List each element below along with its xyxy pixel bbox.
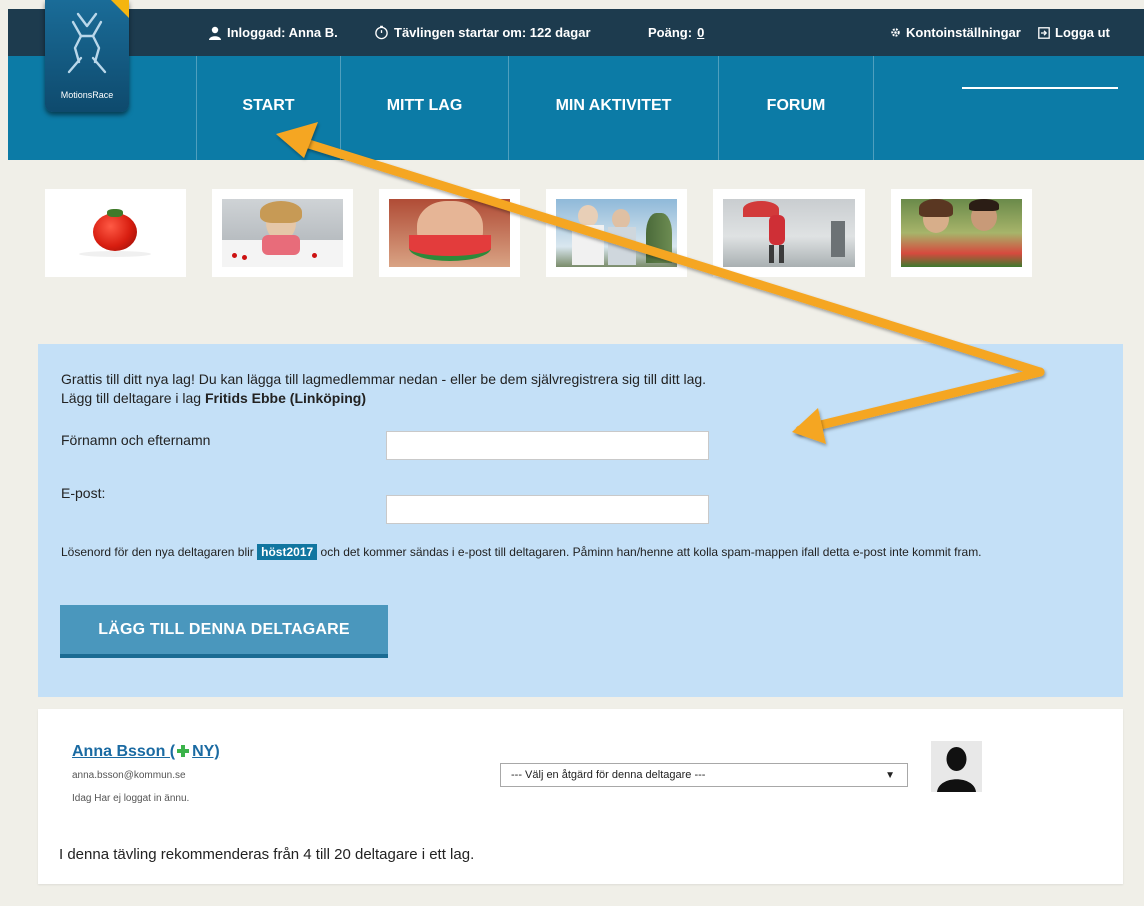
- points-info: Poäng: 0: [648, 9, 704, 56]
- password-badge: höst2017: [257, 544, 318, 560]
- tomato-image: [55, 199, 176, 267]
- add-participant-button[interactable]: LÄGG TILL DENNA DELTAGARE: [60, 605, 388, 658]
- points-label: Poäng:: [648, 25, 693, 40]
- member-name: Anna Bsson (: [72, 743, 176, 760]
- email-field-label: E-post:: [61, 485, 106, 501]
- countdown-info: Tävlingen startar om: 122 dagar: [374, 9, 591, 56]
- girl-berries-image: [222, 199, 343, 267]
- watermelon-image: [389, 199, 510, 267]
- logout-link[interactable]: Logga ut: [1038, 9, 1110, 56]
- couple-vegetables-image: [901, 199, 1022, 267]
- member-avatar: [931, 741, 982, 792]
- logged-in-text: Inloggad: Anna B.: [227, 25, 338, 40]
- logged-in-info: Inloggad: Anna B.: [208, 9, 338, 56]
- intro-text: Grattis till ditt nya lag! Du kan lägga …: [61, 370, 706, 408]
- nav-underline-decoration: [962, 87, 1118, 89]
- main-nav: START MITT LAG MIN AKTIVITET FORUM: [8, 56, 1144, 160]
- team-name: Fritids Ebbe (Linköping): [205, 390, 366, 406]
- top-bar: Inloggad: Anna B. Tävlingen startar om: …: [8, 9, 1144, 56]
- thumbnail-couple-vegetables[interactable]: [891, 189, 1032, 277]
- thumbnail-seniors[interactable]: [546, 189, 687, 277]
- nav-mitt-lag[interactable]: MITT LAG: [340, 56, 508, 160]
- add-member-panel: Grattis till ditt nya lag! Du kan lägga …: [38, 344, 1123, 697]
- account-settings-link[interactable]: Kontoinställningar: [890, 9, 1021, 56]
- plus-icon: [177, 745, 190, 757]
- nav-forum[interactable]: FORUM: [718, 56, 874, 160]
- member-name-link[interactable]: Anna Bsson ( NY): [72, 743, 220, 761]
- account-settings-label: Kontoinställningar: [906, 25, 1021, 40]
- member-new-badge: NY): [192, 743, 220, 760]
- thumbnail-woman-umbrella[interactable]: [713, 189, 865, 277]
- points-value-link[interactable]: 0: [697, 25, 704, 40]
- logo-text: MotionsRace: [60, 90, 114, 100]
- password-note-suffix: och det kommer sändas i e-post till delt…: [320, 545, 982, 559]
- name-field-label: Förnamn och efternamn: [61, 432, 211, 448]
- password-note-prefix: Lösenord för den nya deltagaren blir: [61, 545, 254, 559]
- seniors-image: [556, 199, 677, 267]
- motionsrace-logo[interactable]: MotionsRace: [45, 0, 129, 112]
- thumbnail-watermelon[interactable]: [379, 189, 520, 277]
- countdown-text: Tävlingen startar om: 122 dagar: [394, 25, 591, 40]
- email-field[interactable]: [386, 495, 709, 524]
- logout-icon: [1038, 26, 1050, 39]
- thumbnail-tomato[interactable]: [45, 189, 186, 277]
- timer-icon: [375, 25, 388, 40]
- name-field[interactable]: [386, 431, 709, 460]
- logo-corner-ribbon: [111, 0, 129, 18]
- thumbnail-girl-berries[interactable]: [212, 189, 353, 277]
- intro-line-2: Lägg till deltagare i lag Fritids Ebbe (…: [61, 389, 706, 408]
- team-size-recommendation: I denna tävling rekommenderas från 4 til…: [59, 846, 475, 863]
- logout-label: Logga ut: [1055, 25, 1110, 40]
- member-login-status: Idag Har ej loggat in ännu.: [72, 793, 190, 804]
- member-action-select[interactable]: --- Välj en åtgärd för denna deltagare -…: [500, 763, 908, 787]
- gear-icon: [891, 28, 900, 37]
- nav-start-label: START: [242, 96, 295, 114]
- select-arrow-icon: ▼: [885, 770, 895, 781]
- intro-line-1: Grattis till ditt nya lag! Du kan lägga …: [61, 371, 707, 387]
- woman-umbrella-image: [723, 199, 855, 267]
- nav-min-aktivitet[interactable]: MIN AKTIVITET: [508, 56, 718, 160]
- nav-forum-label: FORUM: [766, 96, 826, 114]
- nav-min-aktivitet-label: MIN AKTIVITET: [555, 96, 672, 114]
- password-note: Lösenord för den nya deltagaren blir hös…: [61, 544, 1101, 561]
- intro-line-2-prefix: Lägg till deltagare i lag: [61, 390, 202, 406]
- user-icon: [209, 26, 221, 40]
- member-list-panel: Anna Bsson ( NY) anna.bsson@kommun.se Ida…: [38, 709, 1123, 884]
- nav-start[interactable]: START: [196, 56, 340, 160]
- member-action-select-value: --- Välj en åtgärd för denna deltagare -…: [511, 769, 706, 781]
- avatar-silhouette-icon: [937, 747, 976, 792]
- nav-mitt-lag-label: MITT LAG: [386, 96, 463, 114]
- member-email: anna.bsson@kommun.se: [72, 770, 186, 781]
